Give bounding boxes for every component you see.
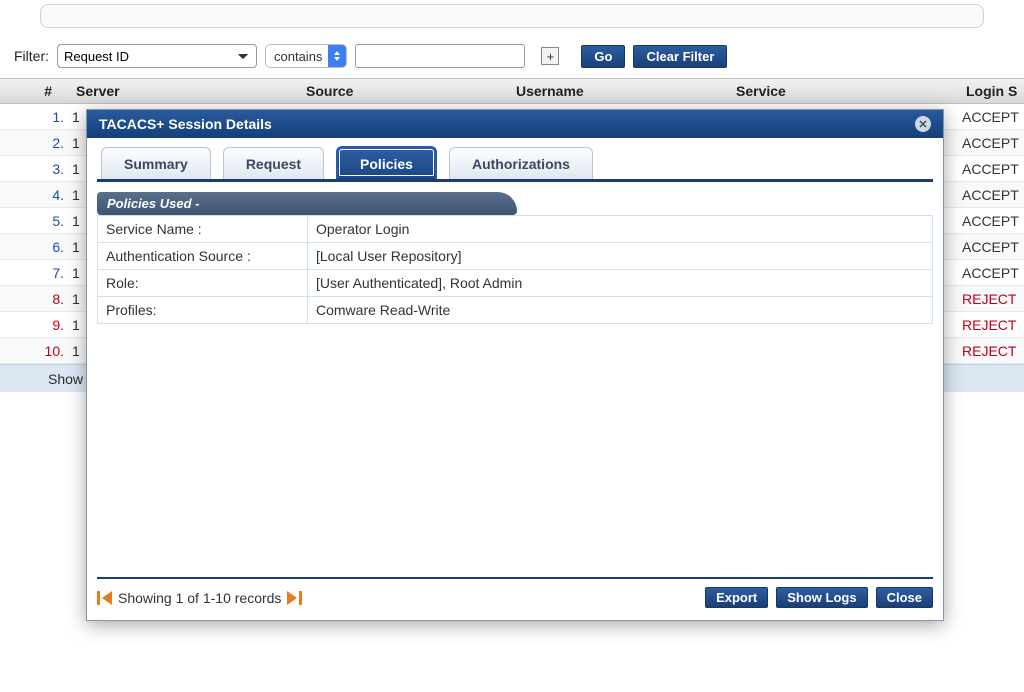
- add-filter-button[interactable]: +: [541, 47, 559, 65]
- close-icon[interactable]: ✕: [915, 116, 931, 132]
- filter-value-input[interactable]: [355, 44, 525, 68]
- pager-next-icon[interactable]: [287, 591, 297, 605]
- pager: Showing 1 of 1-10 records: [97, 590, 302, 606]
- policy-row: Role:[User Authenticated], Root Admin: [98, 269, 932, 296]
- row-login-status: ACCEPT: [960, 265, 1024, 281]
- tab-policies[interactable]: Policies: [336, 146, 437, 179]
- row-index: 6.: [0, 239, 70, 255]
- top-search-hint: [40, 4, 984, 28]
- modal-titlebar: TACACS+ Session Details ✕: [87, 110, 943, 138]
- row-login-status: ACCEPT: [960, 239, 1024, 255]
- tab-summary[interactable]: Summary: [101, 147, 211, 179]
- row-login-status: ACCEPT: [960, 213, 1024, 229]
- row-index: 8.: [0, 291, 70, 307]
- row-login-status: REJECT: [960, 291, 1024, 307]
- policy-key: Profiles:: [98, 297, 308, 323]
- filter-operator-select[interactable]: contains: [265, 44, 347, 68]
- pager-last-icon[interactable]: [299, 591, 302, 605]
- policy-value: [User Authenticated], Root Admin: [308, 270, 932, 296]
- show-logs-button[interactable]: Show Logs: [776, 587, 867, 608]
- filter-row: Filter: Request ID contains + Go Clear F…: [0, 38, 1024, 78]
- policy-row: Profiles:Comware Read-Write: [98, 296, 932, 323]
- close-button[interactable]: Close: [876, 587, 933, 608]
- filter-label: Filter:: [14, 48, 49, 64]
- pager-text: Showing 1 of 1-10 records: [118, 590, 281, 606]
- clear-filter-button[interactable]: Clear Filter: [633, 45, 727, 68]
- table-header-row: # Server Source Username Service Login S: [0, 78, 1024, 104]
- policy-value: [Local User Repository]: [308, 243, 932, 269]
- tab-authorizations[interactable]: Authorizations: [449, 147, 593, 179]
- row-index: 3.: [0, 161, 70, 177]
- row-login-status: REJECT: [960, 343, 1024, 359]
- tab-request[interactable]: Request: [223, 147, 324, 179]
- filter-operator-value: contains: [274, 49, 322, 64]
- col-login-status: Login S: [960, 83, 1024, 99]
- table-footer-text: Show: [48, 371, 83, 387]
- row-index: 7.: [0, 265, 70, 281]
- policy-key: Service Name :: [98, 216, 308, 242]
- row-login-status: ACCEPT: [960, 135, 1024, 151]
- export-button[interactable]: Export: [705, 587, 768, 608]
- policy-value: Comware Read-Write: [308, 297, 932, 323]
- modal-footer: Showing 1 of 1-10 records Export Show Lo…: [97, 577, 933, 620]
- col-source: Source: [300, 83, 510, 99]
- policies-section-title: Policies Used -: [97, 192, 517, 215]
- filter-field-select[interactable]: Request ID: [57, 44, 257, 68]
- col-username: Username: [510, 83, 730, 99]
- policy-value: Operator Login: [308, 216, 932, 242]
- row-login-status: ACCEPT: [960, 109, 1024, 125]
- row-index: 10.: [0, 343, 70, 359]
- row-index: 4.: [0, 187, 70, 203]
- policy-row: Service Name :Operator Login: [98, 215, 932, 242]
- row-login-status: REJECT: [960, 317, 1024, 333]
- modal-tabs: Summary Request Policies Authorizations: [97, 146, 933, 182]
- col-idx: #: [0, 83, 70, 99]
- policy-row: Authentication Source :[Local User Repos…: [98, 242, 932, 269]
- dropdown-caret-icon: [328, 45, 346, 67]
- pager-prev-icon[interactable]: [102, 591, 112, 605]
- policies-table: Service Name :Operator LoginAuthenticati…: [97, 215, 933, 324]
- row-index: 5.: [0, 213, 70, 229]
- col-server: Server: [70, 83, 300, 99]
- row-login-status: ACCEPT: [960, 161, 1024, 177]
- session-details-modal: TACACS+ Session Details ✕ Summary Request…: [86, 109, 944, 621]
- modal-title-text: TACACS+ Session Details: [99, 116, 272, 132]
- policy-key: Role:: [98, 270, 308, 296]
- pager-first-icon[interactable]: [97, 591, 100, 605]
- row-index: 2.: [0, 135, 70, 151]
- policy-key: Authentication Source :: [98, 243, 308, 269]
- row-login-status: ACCEPT: [960, 187, 1024, 203]
- row-index: 9.: [0, 317, 70, 333]
- col-service: Service: [730, 83, 960, 99]
- row-index: 1.: [0, 109, 70, 125]
- go-button[interactable]: Go: [581, 45, 625, 68]
